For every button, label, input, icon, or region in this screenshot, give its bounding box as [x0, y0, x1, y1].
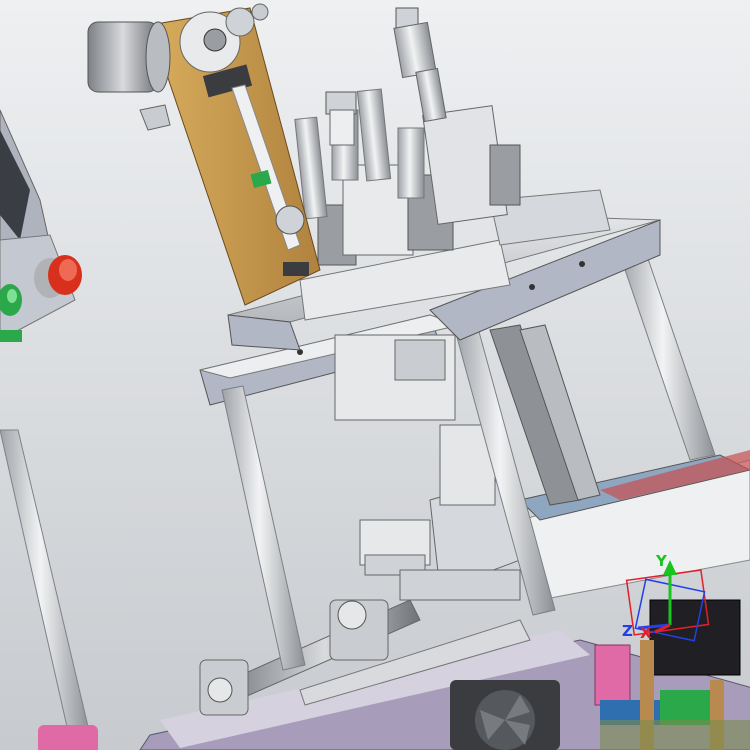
cad-viewport[interactable]: Y Z X	[0, 0, 750, 750]
triad-z-label: Z	[622, 622, 633, 640]
triad-y-label: Y	[655, 552, 668, 570]
cad-scene: Y Z X	[0, 0, 750, 750]
green-indicator	[0, 330, 22, 342]
top-rod-4	[397, 127, 425, 199]
top-nut	[325, 91, 357, 146]
triad-x-label: X	[640, 624, 652, 642]
cooling-fan	[450, 680, 560, 750]
pink-pole-base	[38, 725, 98, 750]
